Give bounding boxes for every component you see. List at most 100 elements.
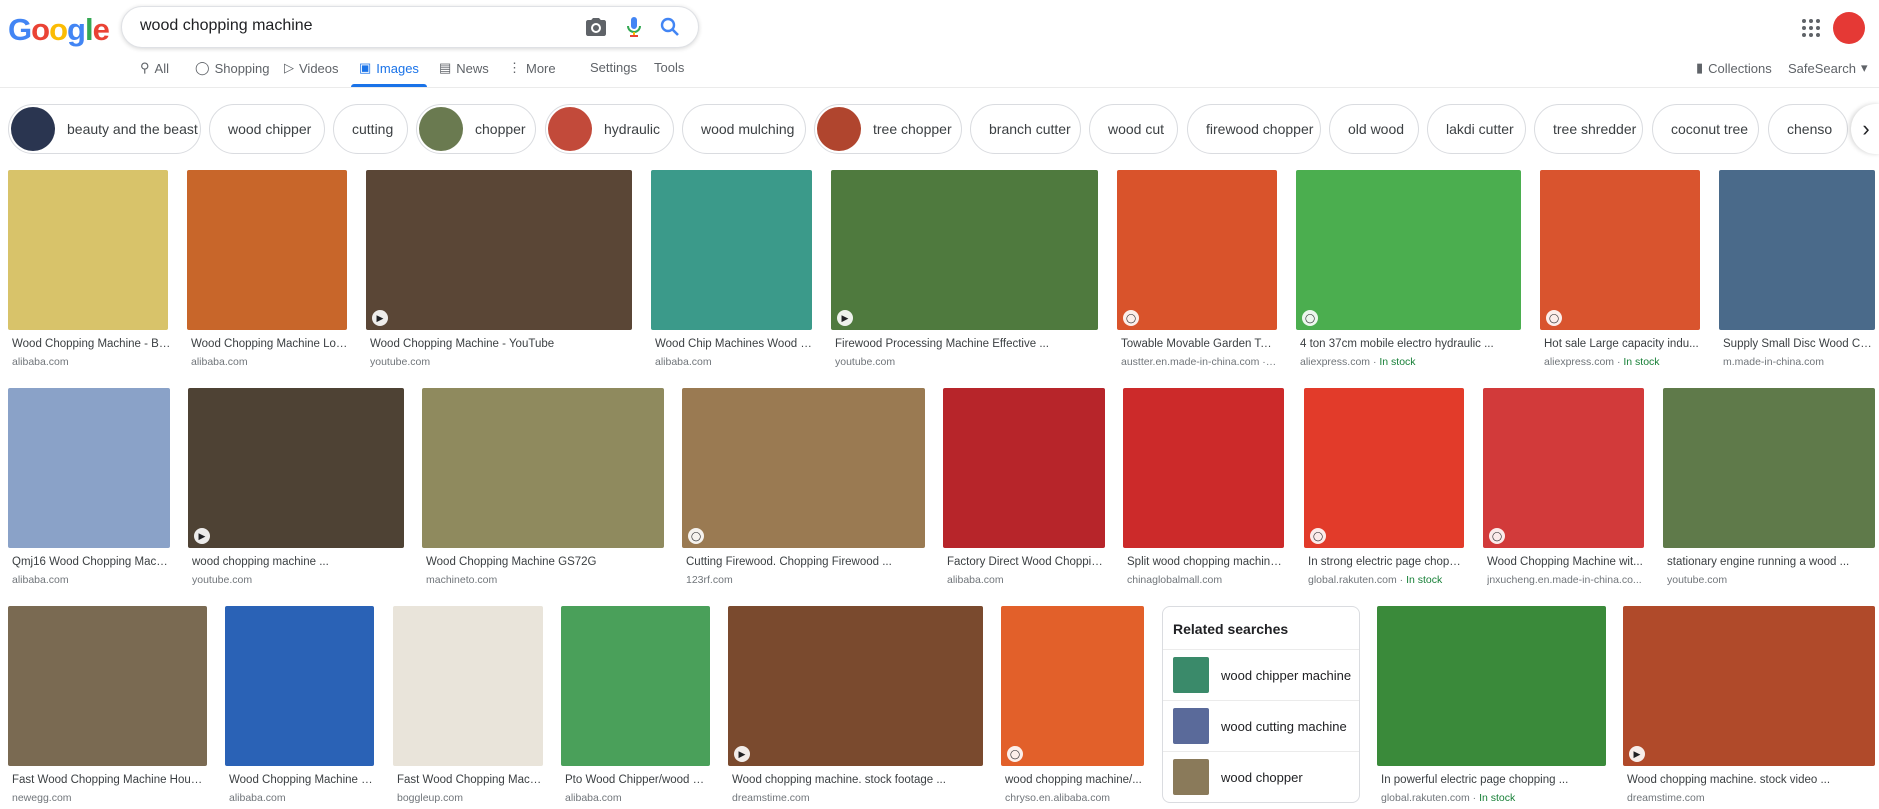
collections-link[interactable]: ▮ Collections: [1696, 60, 1772, 76]
result-image[interactable]: [1296, 170, 1521, 330]
chip[interactable]: beauty and the beast: [8, 104, 201, 154]
search-input[interactable]: [140, 17, 570, 35]
result-image[interactable]: [1719, 170, 1875, 330]
result-caption[interactable]: Wood chopping machine. stock video ...: [1627, 774, 1875, 786]
related-searches-title: Related searches: [1173, 621, 1289, 637]
result-caption[interactable]: Wood Chopping Machine Log...: [191, 338, 351, 350]
tab-news[interactable]: ▤ News: [439, 60, 489, 76]
related-search-item[interactable]: wood cutting machine: [1163, 700, 1359, 751]
tag-icon: ◯: [1310, 528, 1326, 544]
chip[interactable]: coconut tree: [1652, 104, 1759, 154]
camera-icon[interactable]: [584, 15, 608, 39]
result-image[interactable]: [393, 606, 543, 766]
result-image[interactable]: [1123, 388, 1284, 548]
result-caption[interactable]: In powerful electric page chopping ...: [1381, 774, 1606, 786]
logo-letter: o: [31, 12, 50, 47]
result-image[interactable]: [682, 388, 925, 548]
result-image[interactable]: [943, 388, 1105, 548]
chip[interactable]: wood mulching: [682, 104, 806, 154]
result-image[interactable]: [422, 388, 664, 548]
chip[interactable]: chopper: [416, 104, 536, 154]
result-image[interactable]: [728, 606, 983, 766]
result-caption[interactable]: Wood Chopping Machine - YouTube: [370, 338, 632, 350]
chip[interactable]: lakdi cutter: [1427, 104, 1526, 154]
result-image[interactable]: [8, 170, 168, 330]
result-caption[interactable]: Wood Chopping Machine - Bu...: [12, 338, 172, 350]
result-caption[interactable]: Supply Small Disc Wood Cho...: [1723, 338, 1875, 350]
related-search-item[interactable]: wood chopper: [1163, 751, 1359, 802]
result-source: dreamstime.com: [732, 792, 810, 804]
logo-letter: e: [92, 12, 110, 47]
result-caption[interactable]: Towable Movable Garden Too...: [1121, 338, 1277, 350]
result-image[interactable]: [651, 170, 812, 330]
result-image[interactable]: [1117, 170, 1277, 330]
result-caption[interactable]: 4 ton 37cm mobile electro hydraulic ...: [1300, 338, 1521, 350]
result-image[interactable]: [225, 606, 374, 766]
chip[interactable]: tree shredder: [1534, 104, 1643, 154]
result-caption[interactable]: Pto Wood Chipper/wood C...: [565, 774, 710, 786]
result-caption[interactable]: Wood Chip Machines Wood C...: [655, 338, 812, 350]
chip[interactable]: wood cut: [1089, 104, 1178, 154]
account-avatar[interactable]: [1833, 12, 1865, 44]
result-caption[interactable]: Qmj16 Wood Chopping Machi...: [12, 556, 170, 568]
image-icon: ▣: [359, 60, 372, 75]
result-caption[interactable]: Firewood Processing Machine Effective ..…: [835, 338, 1098, 350]
result-source: chinaglobalmall.com: [1127, 574, 1223, 586]
result-caption[interactable]: Fast Wood Chopping Mach...: [397, 774, 543, 786]
tab-settings[interactable]: Settings: [590, 60, 637, 75]
chip[interactable]: old wood: [1329, 104, 1419, 154]
result-source: alibaba.com: [655, 356, 712, 368]
tab-videos[interactable]: ▷ Videos: [284, 60, 339, 76]
result-image[interactable]: [1304, 388, 1464, 548]
tab-tools[interactable]: Tools: [654, 60, 684, 75]
tab-more[interactable]: ⋮ More: [508, 60, 556, 76]
result-caption[interactable]: Wood Chopping Machine wit...: [1487, 556, 1644, 568]
result-image[interactable]: [1001, 606, 1144, 766]
result-image[interactable]: [831, 170, 1098, 330]
microphone-icon[interactable]: [622, 15, 646, 39]
tab-all[interactable]: ⚲ All: [140, 60, 169, 76]
result-source: alibaba.com: [229, 792, 286, 804]
result-image[interactable]: [8, 388, 170, 548]
result-image[interactable]: [1540, 170, 1700, 330]
result-caption[interactable]: Factory Direct Wood Choppin...: [947, 556, 1105, 568]
chevron-right-icon[interactable]: ›: [1851, 104, 1879, 154]
result-caption[interactable]: Split wood chopping machine...: [1127, 556, 1284, 568]
safesearch-button[interactable]: SafeSearch ▾: [1788, 60, 1867, 76]
result-caption[interactable]: stationary engine running a wood ...: [1667, 556, 1875, 568]
result-image[interactable]: [1377, 606, 1606, 766]
google-logo[interactable]: Google: [8, 12, 110, 48]
result-caption[interactable]: Cutting Firewood. Chopping Firewood ...: [686, 556, 925, 568]
result-caption[interactable]: In strong electric page choppi...: [1308, 556, 1464, 568]
result-image[interactable]: [1483, 388, 1644, 548]
search-icon[interactable]: [658, 15, 682, 39]
apps-grid-icon[interactable]: [1801, 18, 1821, 38]
result-image[interactable]: [8, 606, 207, 766]
result-caption[interactable]: Wood Chopping Machine GS72G: [426, 556, 664, 568]
tab-shopping[interactable]: ◯ Shopping: [195, 60, 270, 76]
chip[interactable]: tree chopper: [814, 104, 962, 154]
result-image[interactable]: [366, 170, 632, 330]
chip[interactable]: cutting: [333, 104, 408, 154]
chip[interactable]: branch cutter: [970, 104, 1081, 154]
result-image[interactable]: [1663, 388, 1875, 548]
result-caption[interactable]: wood chopping machine/...: [1005, 774, 1144, 786]
chip[interactable]: chenso: [1768, 104, 1848, 154]
result-caption[interactable]: wood chopping machine ...: [192, 556, 404, 568]
related-search-item[interactable]: wood chipper machine: [1163, 649, 1359, 700]
chip[interactable]: firewood chopper: [1187, 104, 1321, 154]
chip[interactable]: wood chipper: [209, 104, 325, 154]
result-image[interactable]: [187, 170, 347, 330]
result-source: global.rakuten.com · In stock: [1381, 792, 1516, 804]
tab-images[interactable]: ▣ Images: [359, 60, 419, 76]
result-image[interactable]: [561, 606, 710, 766]
result-caption[interactable]: Wood chopping machine. stock footage ...: [732, 774, 983, 786]
result-caption[interactable]: Hot sale Large capacity indu...: [1544, 338, 1700, 350]
chip[interactable]: hydraulic: [545, 104, 674, 154]
result-image[interactable]: [188, 388, 404, 548]
result-caption[interactable]: Wood Chopping Machine - ...: [229, 774, 374, 786]
result-image[interactable]: [1623, 606, 1875, 766]
tag-icon: ◯: [688, 528, 704, 544]
stock-status: In stock: [1479, 792, 1516, 804]
result-caption[interactable]: Fast Wood Chopping Machine House...: [12, 774, 207, 786]
